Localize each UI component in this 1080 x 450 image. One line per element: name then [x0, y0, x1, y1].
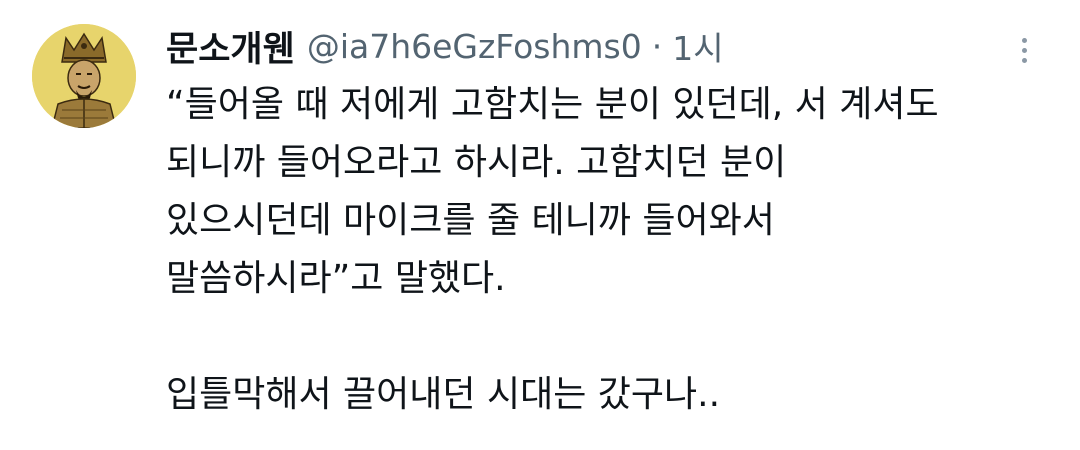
tweet-text-final-line: 입틀막해서 끌어내던 시대는 갔구나.. — [166, 374, 721, 415]
tweet-text-line: 되니까 들어오라고 하시라. 고함치던 분이 — [166, 142, 787, 183]
author-display-name[interactable]: 문소개웬 — [166, 21, 295, 72]
tweet[interactable]: 문소개웬 @ia7h6eGzFoshms0 · 1시 “들어올 때 저에게 고함… — [0, 0, 1080, 450]
more-dot — [1021, 37, 1027, 43]
tweet-text-line: “들어올 때 저에게 고함치는 분이 있던데, 서 계셔도 — [166, 84, 939, 125]
more-options-icon[interactable] — [1012, 30, 1036, 70]
tweet-header: 문소개웬 @ia7h6eGzFoshms0 · 1시 — [166, 22, 724, 70]
author-handle[interactable]: @ia7h6eGzFoshms0 — [307, 27, 642, 66]
tweet-text-line: 있으시던데 마이크를 줄 테니까 들어와서 — [166, 200, 775, 241]
more-dot — [1021, 57, 1027, 63]
avatar[interactable] — [32, 24, 136, 128]
separator-dot: · — [651, 26, 663, 66]
more-dot — [1021, 47, 1027, 53]
tweet-text-line: 말씀하시라”고 말했다. — [166, 258, 506, 299]
tweet-text: “들어올 때 저에게 고함치는 분이 있던데, 서 계셔도 되니까 들어오라고 … — [166, 76, 1056, 424]
tweet-timestamp[interactable]: 1시 — [672, 22, 723, 70]
portrait-icon — [32, 24, 136, 128]
